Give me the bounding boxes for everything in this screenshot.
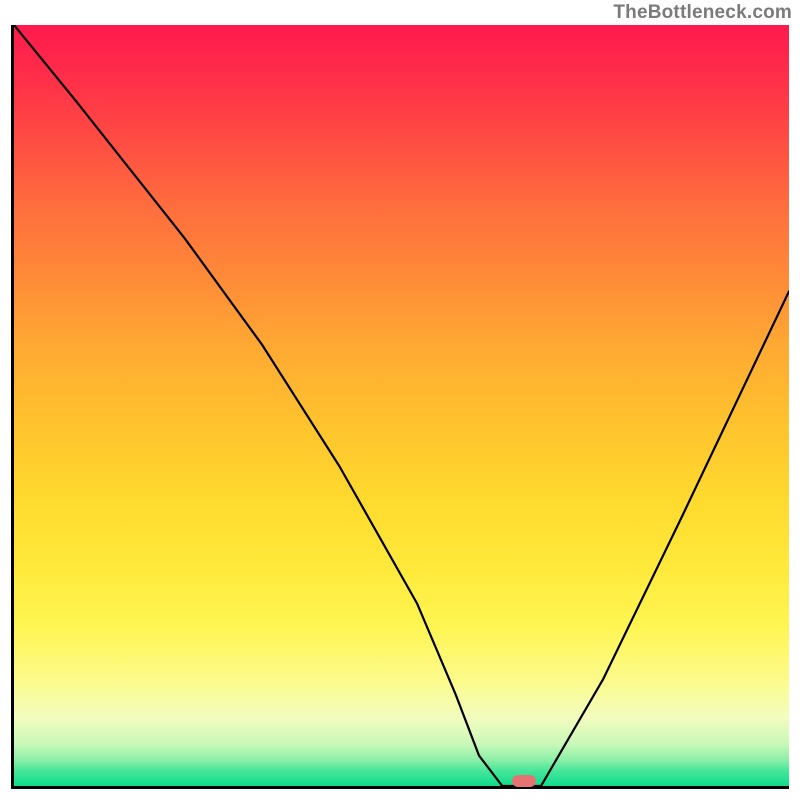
watermark-text: TheBottleneck.com — [613, 2, 792, 24]
chart-plot-area — [11, 25, 789, 789]
optimal-point-marker — [512, 775, 536, 787]
chart-curve-svg — [14, 25, 789, 786]
bottleneck-curve-line — [14, 25, 789, 786]
